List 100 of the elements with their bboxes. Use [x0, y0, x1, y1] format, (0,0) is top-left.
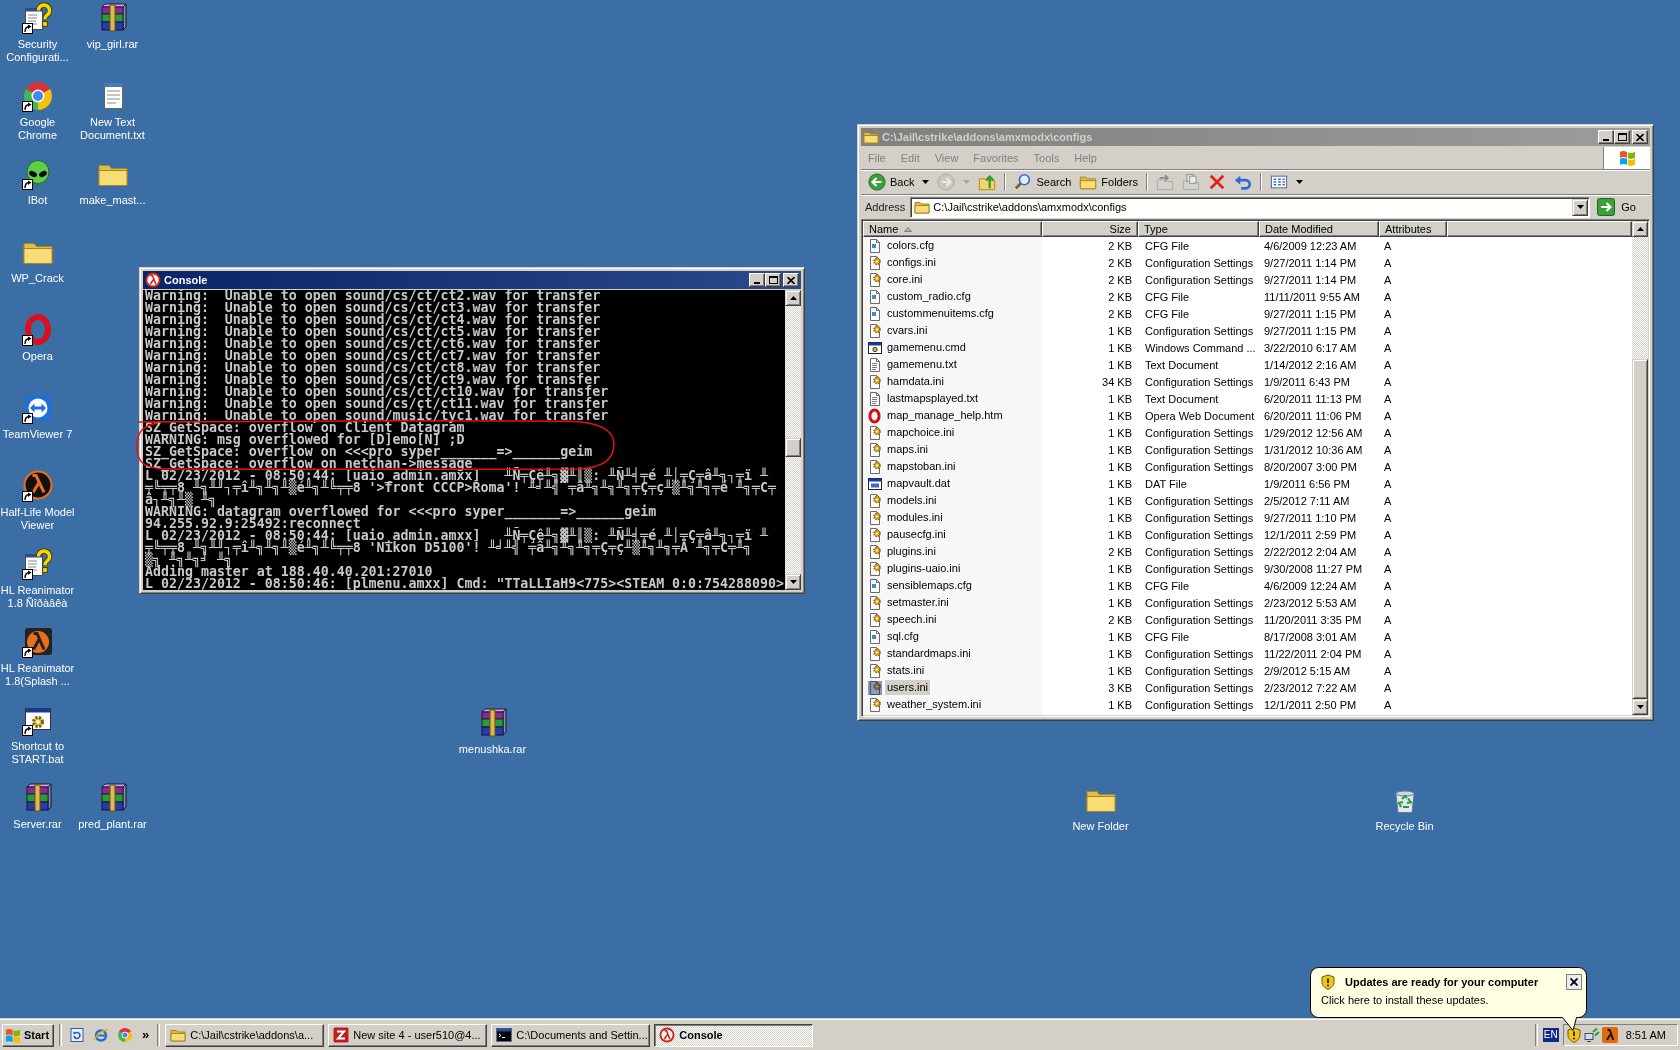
file-name[interactable]: mapvault.dat	[885, 476, 952, 491]
document-icon[interactable]	[867, 305, 883, 322]
scroll-up-button[interactable]	[785, 290, 801, 306]
desktop-icon-label[interactable]: menushka.rar	[458, 743, 527, 756]
desktop-icon-label[interactable]: make_mast...	[79, 194, 146, 207]
scrollbar[interactable]	[1632, 221, 1648, 715]
notification-balloon[interactable]: Updates are ready for your computer Click here to install these updates.	[1310, 967, 1587, 1031]
gear-document-icon[interactable]	[867, 424, 883, 441]
balloon-message[interactable]: Click here to install these updates.	[1321, 994, 1582, 1006]
warning-shield-icon[interactable]	[1565, 1027, 1582, 1043]
file-name[interactable]: stats.ini	[885, 663, 927, 678]
taskbar-button[interactable]: C:\Jail\cstrike\addons\a...	[165, 1023, 325, 1047]
file-name[interactable]: core.ini	[885, 272, 925, 287]
desktop-icon-label[interactable]: WP_Crack	[11, 272, 64, 285]
scroll-down-button[interactable]	[1632, 699, 1648, 715]
desktop-icon-label[interactable]: IBot	[27, 194, 48, 207]
document-icon[interactable]	[867, 288, 883, 305]
text-document-icon[interactable]	[867, 356, 883, 373]
gear-document-icon[interactable]	[867, 696, 883, 713]
search-button[interactable]: Search	[1011, 171, 1075, 193]
desktop-icon-label[interactable]: HL Reanimator 1.8 Ñîðàâêà	[0, 584, 75, 610]
go-button[interactable]: Go	[1595, 196, 1646, 218]
file-name[interactable]: speech.ini	[885, 612, 939, 627]
globe-orbit-icon[interactable]	[93, 1027, 110, 1043]
file-name[interactable]: plugins.ini	[885, 544, 938, 559]
desktop-icon-label[interactable]: New Folder	[1072, 820, 1129, 833]
gear-document-icon[interactable]	[867, 322, 883, 339]
file-name[interactable]: gamemenu.txt	[885, 357, 959, 372]
desktop-icon-label[interactable]: HL Reanimator 1.8(Splash ...	[0, 662, 75, 688]
gear-window-icon[interactable]	[867, 339, 883, 356]
file-name[interactable]: gamemenu.cmd	[885, 340, 968, 355]
scrollbar[interactable]	[785, 290, 801, 590]
document-icon[interactable]	[867, 628, 883, 645]
desktop-icon-label[interactable]: Half-Life Model Viewer	[0, 506, 75, 532]
minimize-button[interactable]	[749, 273, 765, 287]
file-name[interactable]: sql.cfg	[885, 629, 921, 644]
gear-document-icon[interactable]	[867, 492, 883, 509]
scroll-thumb[interactable]	[785, 438, 801, 457]
gear-document-icon[interactable]	[867, 611, 883, 628]
gear-document-icon[interactable]	[867, 509, 883, 526]
start-button[interactable]: Start	[2, 1023, 55, 1047]
file-name[interactable]: map_manage_help.htm	[885, 408, 1005, 423]
gear-document-icon[interactable]	[867, 254, 883, 271]
folders-button[interactable]: Folders	[1076, 171, 1141, 193]
desktop-icon-label[interactable]: TeamViewer 7	[2, 428, 73, 441]
column-header[interactable]: Attributes	[1379, 221, 1447, 237]
file-name[interactable]: mapstoban.ini	[885, 459, 958, 474]
desktop-icon-label[interactable]: Shortcut to START.bat	[10, 740, 65, 766]
desktop-icon-label[interactable]: Recycle Bin	[1375, 820, 1434, 833]
more-button[interactable]: »	[139, 1027, 153, 1043]
file-name[interactable]: maps.ini	[885, 442, 930, 457]
network-icon[interactable]	[1583, 1027, 1600, 1043]
gear-document-icon[interactable]	[867, 662, 883, 679]
file-name[interactable]: colors.cfg	[885, 238, 937, 253]
document-icon[interactable]	[867, 237, 883, 254]
desktop-icon-label[interactable]: Security Configurati...	[6, 38, 69, 64]
taskbar-button[interactable]: C:\Documents and Settin...	[491, 1023, 651, 1047]
gear-document-icon[interactable]	[867, 543, 883, 560]
file-name[interactable]: weather_system.ini	[885, 697, 984, 712]
file-name[interactable]: sensiblemaps.cfg	[885, 578, 974, 593]
column-header[interactable]: Type	[1138, 221, 1259, 237]
question-mark-document-icon[interactable]	[21, 2, 54, 34]
ring-logo-icon[interactable]	[21, 314, 54, 346]
gear-document-icon[interactable]	[867, 594, 883, 611]
file-name[interactable]: cvars.ini	[885, 323, 930, 338]
file-name[interactable]: standardmaps.ini	[885, 646, 973, 661]
file-name[interactable]: modules.ini	[885, 510, 945, 525]
desktop-icon-label[interactable]: vip_girl.rar	[86, 38, 139, 51]
gear-document-icon[interactable]	[867, 441, 883, 458]
scroll-up-button[interactable]	[1632, 221, 1648, 237]
gear-document-icon[interactable]	[867, 645, 883, 662]
file-name[interactable]: configs.ini	[885, 255, 938, 270]
address-field[interactable]: C:\Jail\cstrike\addons\amxmodx\configs	[910, 196, 1591, 218]
gear-document-icon[interactable]	[867, 271, 883, 288]
arrows-tile-icon[interactable]	[21, 392, 54, 424]
file-name[interactable]: setmaster.ini	[885, 595, 951, 610]
desktop-icon-label[interactable]: New Text Document.txt	[80, 116, 145, 142]
text-document-icon[interactable]	[867, 390, 883, 407]
taskbar-button[interactable]: Console	[654, 1023, 814, 1047]
dropdown-button[interactable]	[1572, 198, 1589, 216]
column-header[interactable]: Size	[1042, 221, 1138, 237]
file-name[interactable]: models.ini	[885, 493, 939, 508]
gear-document-icon[interactable]	[867, 560, 883, 577]
maximize-button[interactable]	[765, 273, 781, 287]
column-header[interactable]: Name	[863, 221, 1042, 237]
file-name[interactable]: plugins-uaio.ini	[885, 561, 963, 576]
file-name[interactable]: custommenuitems.cfg	[885, 306, 996, 321]
lambda-icon[interactable]	[21, 626, 54, 658]
file-name[interactable]: pausecfg.ini	[885, 527, 948, 542]
window-icon[interactable]	[867, 475, 883, 492]
file-name[interactable]: hamdata.ini	[885, 374, 946, 389]
scroll-thumb[interactable]	[1632, 359, 1648, 699]
scroll-down-button[interactable]	[785, 574, 801, 590]
file-name[interactable]: mapchoice.ini	[885, 425, 957, 440]
gear-document-icon[interactable]	[867, 526, 883, 543]
file-name[interactable]: users.ini	[885, 680, 930, 695]
lambda-icon[interactable]	[1601, 1027, 1618, 1043]
desktop-icon-label[interactable]: Google Chrome	[17, 116, 58, 142]
document-icon[interactable]	[867, 577, 883, 594]
desktop-icon-label[interactable]: Opera	[22, 350, 53, 363]
